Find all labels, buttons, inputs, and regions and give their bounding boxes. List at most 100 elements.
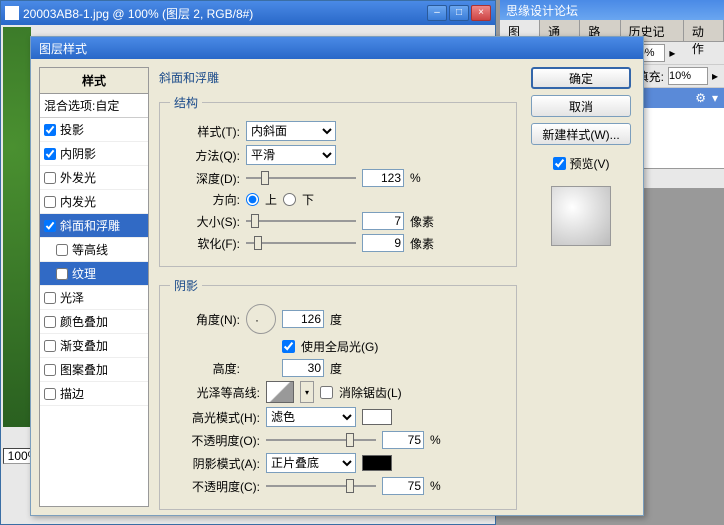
style-label: 描边 [60,385,84,402]
dialog-title: 图层样式 [31,37,643,59]
sh-opacity-unit: % [430,479,441,493]
chevron-down-icon[interactable]: ▾ [300,381,314,403]
maximize-button[interactable]: □ [449,5,469,21]
anti-alias-checkbox[interactable] [320,386,333,399]
dir-down-label: 下 [302,191,314,208]
gloss-label: 光泽等高线: [170,384,260,401]
blend-options[interactable]: 混合选项:自定 [40,94,148,118]
direction-label: 方向: [170,191,240,208]
style-item-8[interactable]: 颜色叠加 [40,310,148,334]
chevron-icon[interactable]: ▾ [712,91,718,105]
style-checkbox[interactable] [44,148,56,160]
angle-dial[interactable]: · [246,304,276,334]
size-label: 大小(S): [170,213,240,230]
structure-legend: 结构 [170,94,202,111]
highlight-color[interactable] [362,409,392,425]
style-select[interactable]: 内斜面 [246,121,336,141]
size-input[interactable] [362,212,404,230]
method-label: 方法(Q): [170,147,240,164]
highlight-mode-select[interactable]: 滤色 [266,407,356,427]
angle-unit: 度 [330,311,342,328]
style-list-header[interactable]: 样式 [40,68,148,94]
style-item-11[interactable]: 描边 [40,382,148,406]
settings-panel: 斜面和浮雕 结构 样式(T): 内斜面 方法(Q): 平滑 深度(D): % [159,67,517,507]
style-checkbox[interactable] [56,268,68,280]
style-item-6[interactable]: 纹理 [40,262,148,286]
canvas[interactable] [3,27,31,427]
shadow-color[interactable] [362,455,392,471]
style-checkbox[interactable] [44,388,56,400]
shadow-mode-select[interactable]: 正片叠底 [266,453,356,473]
shading-legend: 阴影 [170,277,202,294]
style-checkbox[interactable] [44,124,56,136]
angle-label: 角度(N): [170,311,240,328]
hl-opacity-label: 不透明度(O): [170,432,260,449]
doc-titlebar: 20003AB8-1.jpg @ 100% (图层 2, RGB/8#) – □… [1,1,495,25]
style-item-1[interactable]: 内阴影 [40,142,148,166]
shadow-mode-label: 阴影模式(A): [170,455,260,472]
dir-up-radio[interactable] [246,193,259,206]
method-select[interactable]: 平滑 [246,145,336,165]
soften-unit: 像素 [410,235,434,252]
highlight-mode-label: 高光模式(H): [170,409,260,426]
fx-icon[interactable]: ⚙ [695,91,706,105]
depth-input[interactable] [362,169,404,187]
soften-label: 软化(F): [170,235,240,252]
altitude-input[interactable] [282,359,324,377]
style-checkbox[interactable] [44,292,56,304]
style-checkbox[interactable] [44,364,56,376]
style-item-0[interactable]: 投影 [40,118,148,142]
cancel-button[interactable]: 取消 [531,95,631,117]
style-label: 样式(T): [170,123,240,140]
close-button[interactable]: × [471,5,491,21]
size-slider[interactable] [246,212,356,230]
style-item-9[interactable]: 渐变叠加 [40,334,148,358]
depth-slider[interactable] [246,169,356,187]
style-label: 内阴影 [60,145,96,162]
style-item-5[interactable]: 等高线 [40,238,148,262]
window-buttons: – □ × [427,5,491,21]
global-light-label: 使用全局光(G) [301,338,378,355]
soften-input[interactable] [362,234,404,252]
style-checkbox[interactable] [56,244,68,256]
tab-actions[interactable]: 动作 [684,20,724,41]
preview-checkbox[interactable] [553,157,566,170]
style-checkbox[interactable] [44,220,56,232]
style-item-4[interactable]: 斜面和浮雕 [40,214,148,238]
ok-button[interactable]: 确定 [531,67,631,89]
chevron-down-icon[interactable]: ▸ [669,46,675,60]
hl-opacity-slider[interactable] [266,431,376,449]
sh-opacity-input[interactable] [382,477,424,495]
style-checkbox[interactable] [44,172,56,184]
altitude-label: 高度: [170,360,240,377]
minimize-button[interactable]: – [427,5,447,21]
style-item-7[interactable]: 光泽 [40,286,148,310]
doc-title: 20003AB8-1.jpg @ 100% (图层 2, RGB/8#) [23,5,427,22]
sh-opacity-slider[interactable] [266,477,376,495]
panel-header: 思缘设计论坛 [500,0,724,20]
style-label: 斜面和浮雕 [60,217,120,234]
anti-alias-label: 消除锯齿(L) [339,384,402,401]
section-title: 斜面和浮雕 [159,69,517,86]
dir-down-radio[interactable] [283,193,296,206]
fill-value[interactable] [668,67,708,85]
structure-fieldset: 结构 样式(T): 内斜面 方法(Q): 平滑 深度(D): % 方向: [159,94,517,267]
gloss-contour[interactable] [266,381,294,403]
style-checkbox[interactable] [44,316,56,328]
layer-style-dialog: 图层样式 样式 混合选项:自定 投影内阴影外发光内发光斜面和浮雕等高线纹理光泽颜… [30,36,644,516]
style-label: 光泽 [60,289,84,306]
style-item-2[interactable]: 外发光 [40,166,148,190]
hl-opacity-input[interactable] [382,431,424,449]
style-checkbox[interactable] [44,340,56,352]
style-label: 投影 [60,121,84,138]
soften-slider[interactable] [246,234,356,252]
style-item-3[interactable]: 内发光 [40,190,148,214]
chevron-down-icon[interactable]: ▸ [712,69,718,83]
new-style-button[interactable]: 新建样式(W)... [531,123,631,145]
hl-opacity-unit: % [430,433,441,447]
style-label: 等高线 [72,241,108,258]
angle-input[interactable] [282,310,324,328]
global-light-checkbox[interactable] [282,340,295,353]
style-checkbox[interactable] [44,196,56,208]
style-item-10[interactable]: 图案叠加 [40,358,148,382]
